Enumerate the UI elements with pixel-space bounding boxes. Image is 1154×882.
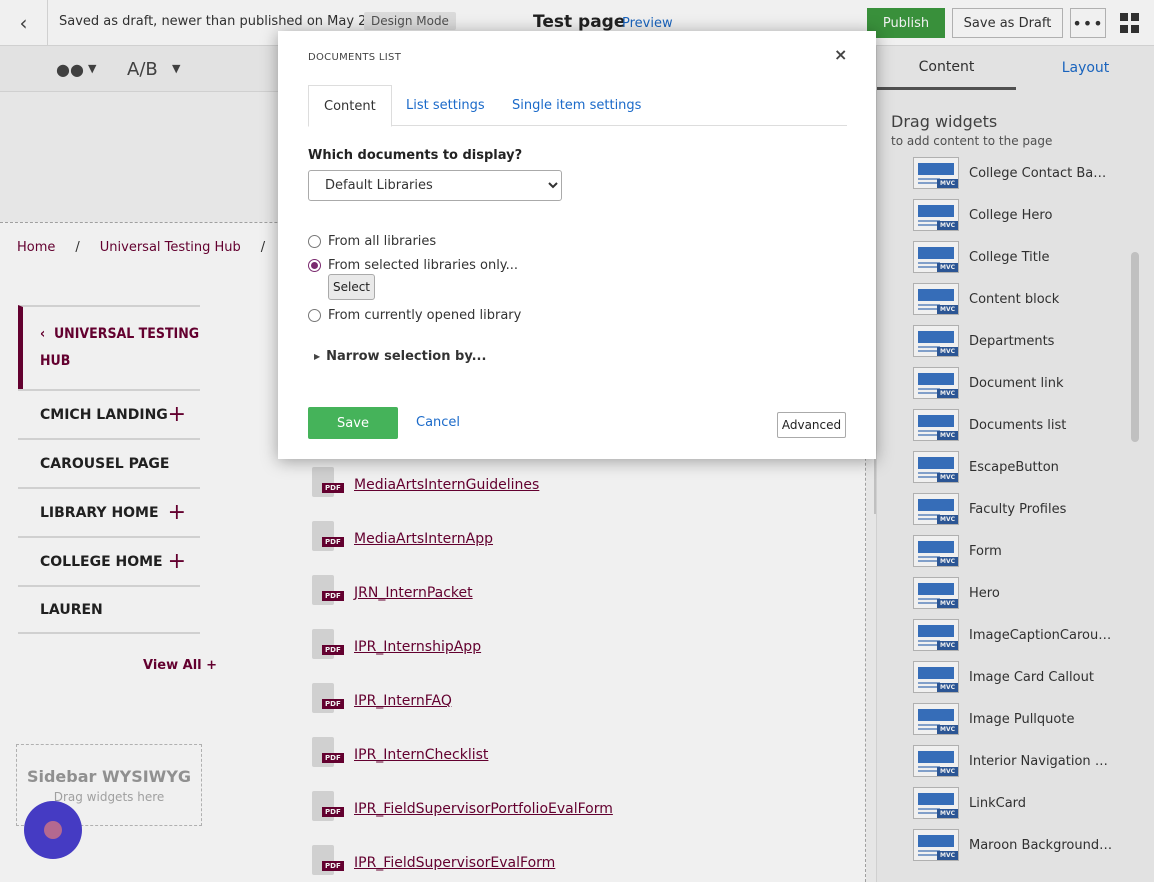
radio-button[interactable] bbox=[308, 235, 321, 248]
select-libraries-button[interactable]: Select bbox=[328, 274, 375, 300]
radio-label: From currently opened library bbox=[328, 308, 522, 323]
cancel-link[interactable]: Cancel bbox=[416, 415, 460, 430]
radio-label: From selected libraries only... bbox=[328, 258, 519, 273]
tab-single-item-settings[interactable]: Single item settings bbox=[512, 85, 641, 126]
library-select[interactable]: Default Libraries bbox=[308, 170, 562, 201]
save-button[interactable]: Save bbox=[308, 407, 398, 439]
caret-right-icon: ▶ bbox=[314, 352, 321, 361]
tab-content[interactable]: Content bbox=[308, 85, 392, 127]
narrow-selection-label: Narrow selection by... bbox=[326, 349, 487, 364]
dialog-title: DOCUMENTS LIST bbox=[308, 52, 402, 63]
documents-question-label: Which documents to display? bbox=[308, 148, 523, 163]
documents-list-dialog: DOCUMENTS LIST × Content List settings S… bbox=[278, 31, 876, 459]
radio-current-library[interactable]: From currently opened library bbox=[308, 308, 521, 323]
narrow-selection-toggle[interactable]: ▶ Narrow selection by... bbox=[314, 349, 486, 364]
radio-button[interactable] bbox=[308, 259, 321, 272]
dialog-tabs: Content List settings Single item settin… bbox=[308, 85, 847, 127]
close-icon[interactable]: × bbox=[834, 45, 847, 64]
radio-button[interactable] bbox=[308, 309, 321, 322]
radio-label: From all libraries bbox=[328, 234, 437, 249]
radio-all-libraries[interactable]: From all libraries bbox=[308, 234, 436, 249]
advanced-button[interactable]: Advanced bbox=[777, 412, 846, 438]
radio-selected-libraries[interactable]: From selected libraries only... bbox=[308, 258, 518, 273]
tab-list-settings[interactable]: List settings bbox=[406, 85, 485, 126]
